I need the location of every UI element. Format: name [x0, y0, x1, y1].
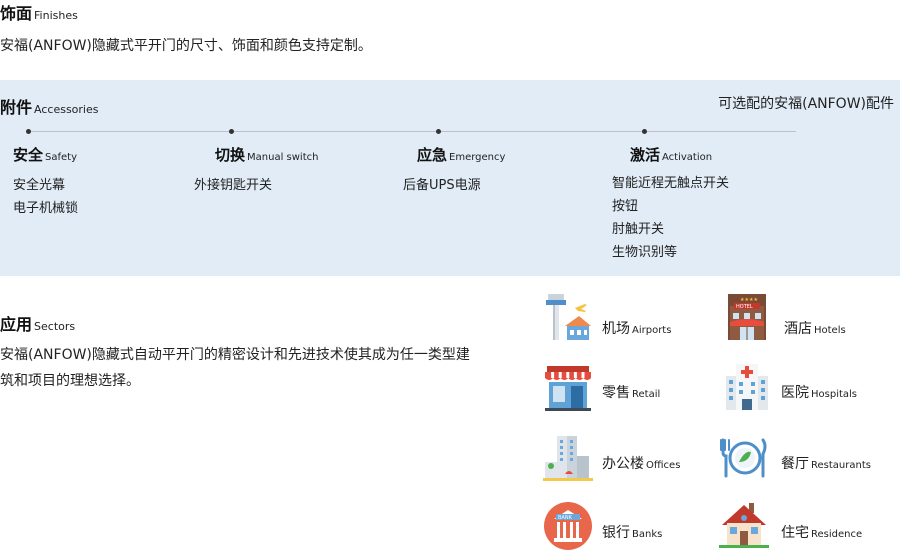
emergency-items: 后备UPS电源: [403, 174, 481, 197]
sector-restaurants: 餐厅 Restaurants: [781, 453, 871, 473]
house-icon: [719, 503, 769, 548]
list-item: 智能近程无触点开关: [612, 176, 730, 191]
sector-banks-en: Banks: [632, 529, 663, 540]
svg-text:★★★★: ★★★★: [740, 297, 758, 303]
safety-title-cn: 安全: [13, 146, 44, 164]
sector-retail: 零售 Retail: [602, 382, 660, 402]
activation-title-cn: 激活: [630, 146, 661, 164]
sector-airports-en: Airports: [632, 325, 672, 336]
sector-residence-en: Residence: [811, 529, 863, 540]
accessory-category-manual-switch: 切换 Manual switch: [215, 144, 318, 165]
emergency-title-en: Emergency: [449, 152, 506, 163]
sector-hotels: 酒店 Hotels: [784, 318, 846, 338]
finishes-title-cn: 饰面: [0, 4, 33, 23]
sector-offices-cn: 办公楼: [602, 456, 644, 472]
list-item: 外接钥匙开关: [194, 178, 273, 193]
timeline-dot-emergency: [436, 129, 441, 134]
list-item: 后备UPS电源: [403, 178, 481, 193]
finishes-title-en: Finishes: [34, 9, 78, 22]
accessory-category-emergency: 应急 Emergency: [417, 144, 505, 165]
airport-icon: [546, 294, 591, 340]
timeline-dot-activation: [642, 129, 647, 134]
sector-restaurants-cn: 餐厅: [781, 456, 809, 472]
sectors-description: 安福(ANFOW)隐藏式自动平开门的精密设计和先进技术使其成为任一类型建筑和项目…: [0, 347, 470, 389]
sector-residence: 住宅 Residence: [781, 522, 862, 542]
activation-items: 智能近程无触点开关 按钮 肘触开关 生物识别等: [612, 172, 729, 264]
sector-offices-en: Offices: [646, 460, 681, 471]
emergency-title-cn: 应急: [417, 146, 448, 164]
safety-title-en: Safety: [45, 152, 78, 163]
safety-items: 安全光幕 电子机械锁: [13, 174, 78, 220]
sector-hospitals-en: Hospitals: [811, 389, 858, 400]
list-item: 生物识别等: [612, 245, 678, 260]
finishes-heading: 饰面 Finishes: [0, 0, 78, 24]
manual-switch-title-en: Manual switch: [247, 152, 319, 163]
manual-switch-title-cn: 切换: [215, 146, 246, 164]
list-item: 肘触开关: [612, 222, 665, 237]
list-item: 电子机械锁: [13, 201, 79, 216]
list-item: 安全光幕: [13, 178, 66, 193]
sectors-heading: 应用 Sectors: [0, 311, 75, 335]
accessories-optional-note: 可选配的安福(ANFOW)配件: [718, 96, 894, 112]
sector-retail-en: Retail: [632, 389, 661, 400]
sectors-title-cn: 应用: [0, 315, 33, 334]
bank-icon: BANK: [544, 502, 592, 550]
sector-hospitals: 医院 Hospitals: [781, 382, 857, 402]
office-building-icon: [543, 436, 593, 481]
accessory-category-activation: 激活 Activation: [630, 144, 712, 165]
accessories-heading: 附件 Accessories: [0, 94, 98, 118]
accessory-category-safety: 安全 Safety: [13, 144, 77, 165]
sector-banks-cn: 银行: [602, 525, 630, 541]
sector-retail-cn: 零售: [602, 385, 630, 401]
sector-airports: 机场 Airports: [602, 318, 671, 338]
hotel-sign-text: HOTEL: [736, 304, 753, 310]
sectors-title-en: Sectors: [34, 320, 76, 333]
sector-restaurants-en: Restaurants: [811, 460, 871, 471]
sector-hospitals-cn: 医院: [781, 385, 809, 401]
sector-hotels-en: Hotels: [814, 325, 846, 336]
retail-store-icon: [545, 366, 591, 411]
sector-banks: 银行 Banks: [602, 522, 662, 542]
sector-residence-cn: 住宅: [781, 525, 809, 541]
sector-hotels-cn: 酒店: [784, 321, 812, 337]
sector-airports-cn: 机场: [602, 321, 630, 337]
activation-title-en: Activation: [662, 152, 713, 163]
accessories-title-en: Accessories: [34, 103, 99, 116]
list-item: 按钮: [612, 199, 639, 214]
accessories-title-cn: 附件: [0, 98, 33, 117]
restaurant-plate-icon: [720, 438, 767, 478]
accessories-timeline: [28, 131, 796, 132]
hotel-icon: ★★★★ HOTEL: [728, 294, 766, 340]
bank-sign-text: BANK: [558, 515, 573, 521]
manual-switch-items: 外接钥匙开关: [194, 174, 272, 197]
timeline-dot-safety: [26, 129, 31, 134]
timeline-dot-manual-switch: [229, 129, 234, 134]
hospital-icon: [726, 364, 768, 410]
sector-offices: 办公楼 Offices: [602, 453, 680, 473]
finishes-description: 安福(ANFOW)隐藏式平开门的尺寸、饰面和颜色支持定制。: [0, 38, 372, 54]
